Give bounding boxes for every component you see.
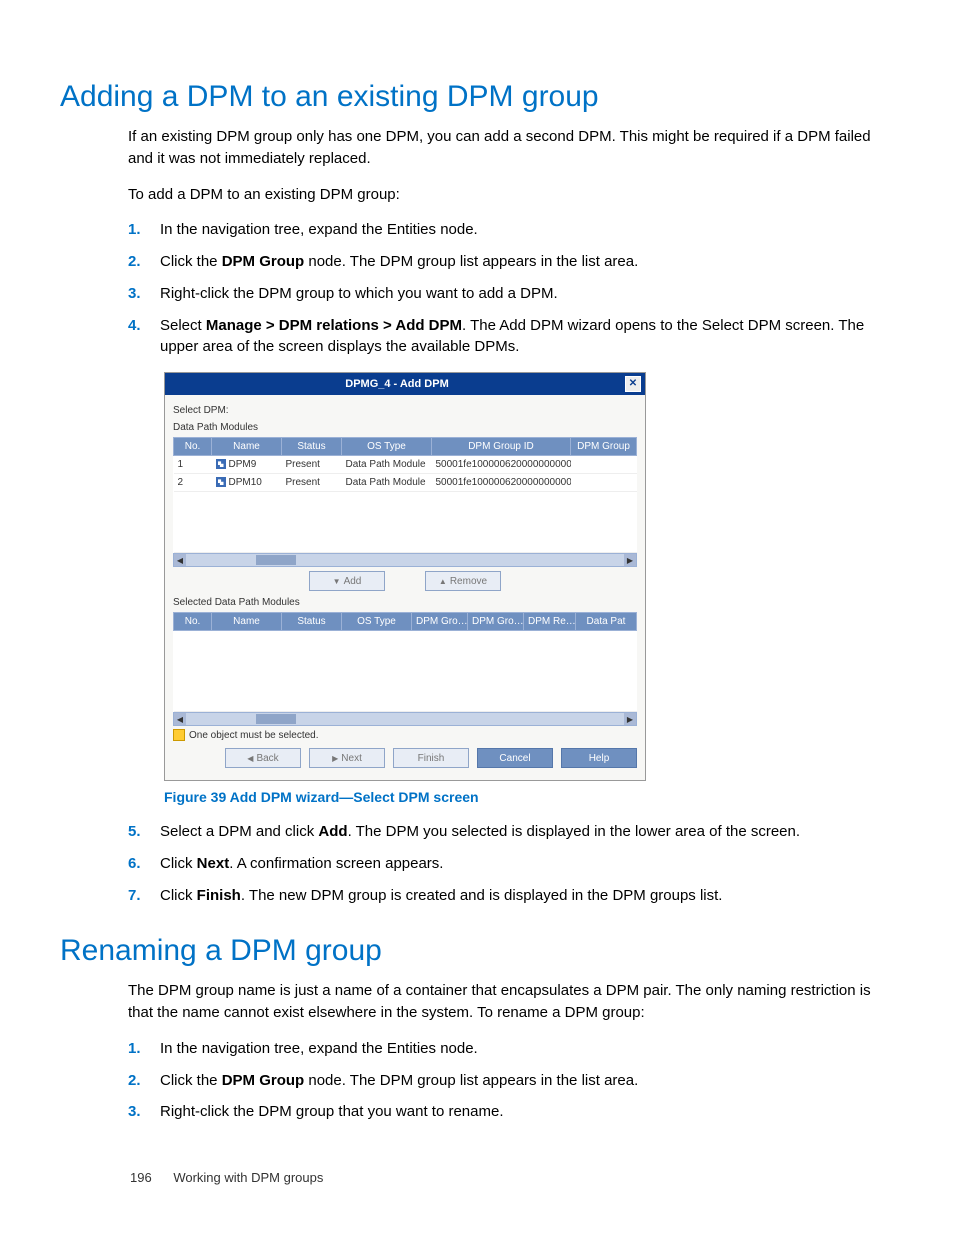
select-dpm-label: Select DPM: xyxy=(173,405,637,416)
step-number: 3. xyxy=(128,283,160,305)
col-ostype[interactable]: OS Type xyxy=(342,613,412,631)
figure-caption: Figure 39 Add DPM wizard—Select DPM scre… xyxy=(164,789,894,805)
horizontal-scrollbar[interactable]: ◀ ▶ xyxy=(173,553,637,567)
add-dpm-dialog: DPMG_4 - Add DPM ✕ Select DPM: Data Path… xyxy=(164,372,646,781)
col-g2[interactable]: DPM Gro… xyxy=(468,613,524,631)
lower-table-label: Selected Data Path Modules xyxy=(173,597,637,608)
col-no[interactable]: No. xyxy=(174,613,212,631)
scroll-right-icon[interactable]: ▶ xyxy=(624,713,636,725)
dialog-titlebar: DPMG_4 - Add DPM ✕ xyxy=(165,373,645,395)
col-name[interactable]: Name xyxy=(212,438,282,456)
col-no[interactable]: No. xyxy=(174,438,212,456)
col-status[interactable]: Status xyxy=(282,613,342,631)
selected-dpm-table[interactable]: No. Name Status OS Type DPM Gro… DPM Gro… xyxy=(173,612,637,712)
col-d[interactable]: Data Pat xyxy=(576,613,637,631)
col-r[interactable]: DPM Re… xyxy=(524,613,576,631)
remove-button[interactable]: ▲Remove xyxy=(425,571,501,591)
step-number: 1. xyxy=(128,219,160,241)
table-row[interactable]: 1 DPM9 Present Data Path Module 50001fe1… xyxy=(174,456,637,474)
available-dpm-table[interactable]: No. Name Status OS Type DPM Group ID DPM… xyxy=(173,437,637,553)
steps-list-rename: 1.In the navigation tree, expand the Ent… xyxy=(128,1038,894,1123)
step-text: In the navigation tree, expand the Entit… xyxy=(160,1038,478,1060)
intro-paragraph: If an existing DPM group only has one DP… xyxy=(128,126,894,170)
col-status[interactable]: Status xyxy=(282,438,342,456)
back-button[interactable]: ◀Back xyxy=(225,748,301,768)
arrow-left-icon: ◀ xyxy=(247,754,253,763)
module-icon xyxy=(216,477,226,487)
step-number: 4. xyxy=(128,315,160,337)
horizontal-scrollbar[interactable]: ◀ ▶ xyxy=(173,712,637,726)
step-number: 1. xyxy=(128,1038,160,1060)
step-number: 2. xyxy=(128,1070,160,1092)
steps-list-add-cont: 5.Select a DPM and click Add. The DPM yo… xyxy=(128,821,894,906)
scroll-left-icon[interactable]: ◀ xyxy=(174,713,186,725)
step-text: Select Manage > DPM relations > Add DPM.… xyxy=(160,315,894,359)
chapter-title: Working with DPM groups xyxy=(173,1170,323,1185)
step-text: Right-click the DPM group to which you w… xyxy=(160,283,558,305)
step-text: Click the DPM Group node. The DPM group … xyxy=(160,1070,638,1092)
lead-paragraph: To add a DPM to an existing DPM group: xyxy=(128,184,894,206)
section-heading-add-dpm: Adding a DPM to an existing DPM group xyxy=(60,80,894,114)
help-button[interactable]: Help xyxy=(561,748,637,768)
col-groupid[interactable]: DPM Group ID xyxy=(432,438,571,456)
close-icon[interactable]: ✕ xyxy=(625,376,641,392)
module-icon xyxy=(216,459,226,469)
step-number: 2. xyxy=(128,251,160,273)
next-button[interactable]: ▶Next xyxy=(309,748,385,768)
col-name[interactable]: Name xyxy=(212,613,282,631)
page-footer: 196 Working with DPM groups xyxy=(130,1170,323,1185)
step-number: 6. xyxy=(128,853,160,875)
step-text: In the navigation tree, expand the Entit… xyxy=(160,219,478,241)
table-row[interactable]: 2 DPM10 Present Data Path Module 50001fe… xyxy=(174,474,637,492)
step-text: Click the DPM Group node. The DPM group … xyxy=(160,251,638,273)
page-number: 196 xyxy=(130,1170,152,1185)
add-button[interactable]: ▼Add xyxy=(309,571,385,591)
step-text: Select a DPM and click Add. The DPM you … xyxy=(160,821,800,843)
step-number: 7. xyxy=(128,885,160,907)
intro-paragraph: The DPM group name is just a name of a c… xyxy=(128,980,894,1024)
arrow-right-icon: ▶ xyxy=(332,754,338,763)
col-ostype[interactable]: OS Type xyxy=(342,438,432,456)
finish-button[interactable]: Finish xyxy=(393,748,469,768)
step-text: Click Finish. The new DPM group is creat… xyxy=(160,885,722,907)
cancel-button[interactable]: Cancel xyxy=(477,748,553,768)
step-text: Click Next. A confirmation screen appear… xyxy=(160,853,443,875)
steps-list-add: 1.In the navigation tree, expand the Ent… xyxy=(128,219,894,358)
section-heading-rename: Renaming a DPM group xyxy=(60,934,894,968)
upper-table-label: Data Path Modules xyxy=(173,422,637,433)
col-group[interactable]: DPM Group xyxy=(571,438,637,456)
scroll-right-icon[interactable]: ▶ xyxy=(624,554,636,566)
step-number: 5. xyxy=(128,821,160,843)
arrow-up-icon: ▲ xyxy=(439,577,447,586)
warning-icon xyxy=(173,729,185,741)
dialog-title-text: DPMG_4 - Add DPM xyxy=(169,378,625,390)
col-g1[interactable]: DPM Gro… xyxy=(412,613,468,631)
arrow-down-icon: ▼ xyxy=(333,577,341,586)
step-number: 3. xyxy=(128,1101,160,1123)
scroll-left-icon[interactable]: ◀ xyxy=(174,554,186,566)
step-text: Right-click the DPM group that you want … xyxy=(160,1101,504,1123)
warning-message: One object must be selected. xyxy=(173,726,637,744)
